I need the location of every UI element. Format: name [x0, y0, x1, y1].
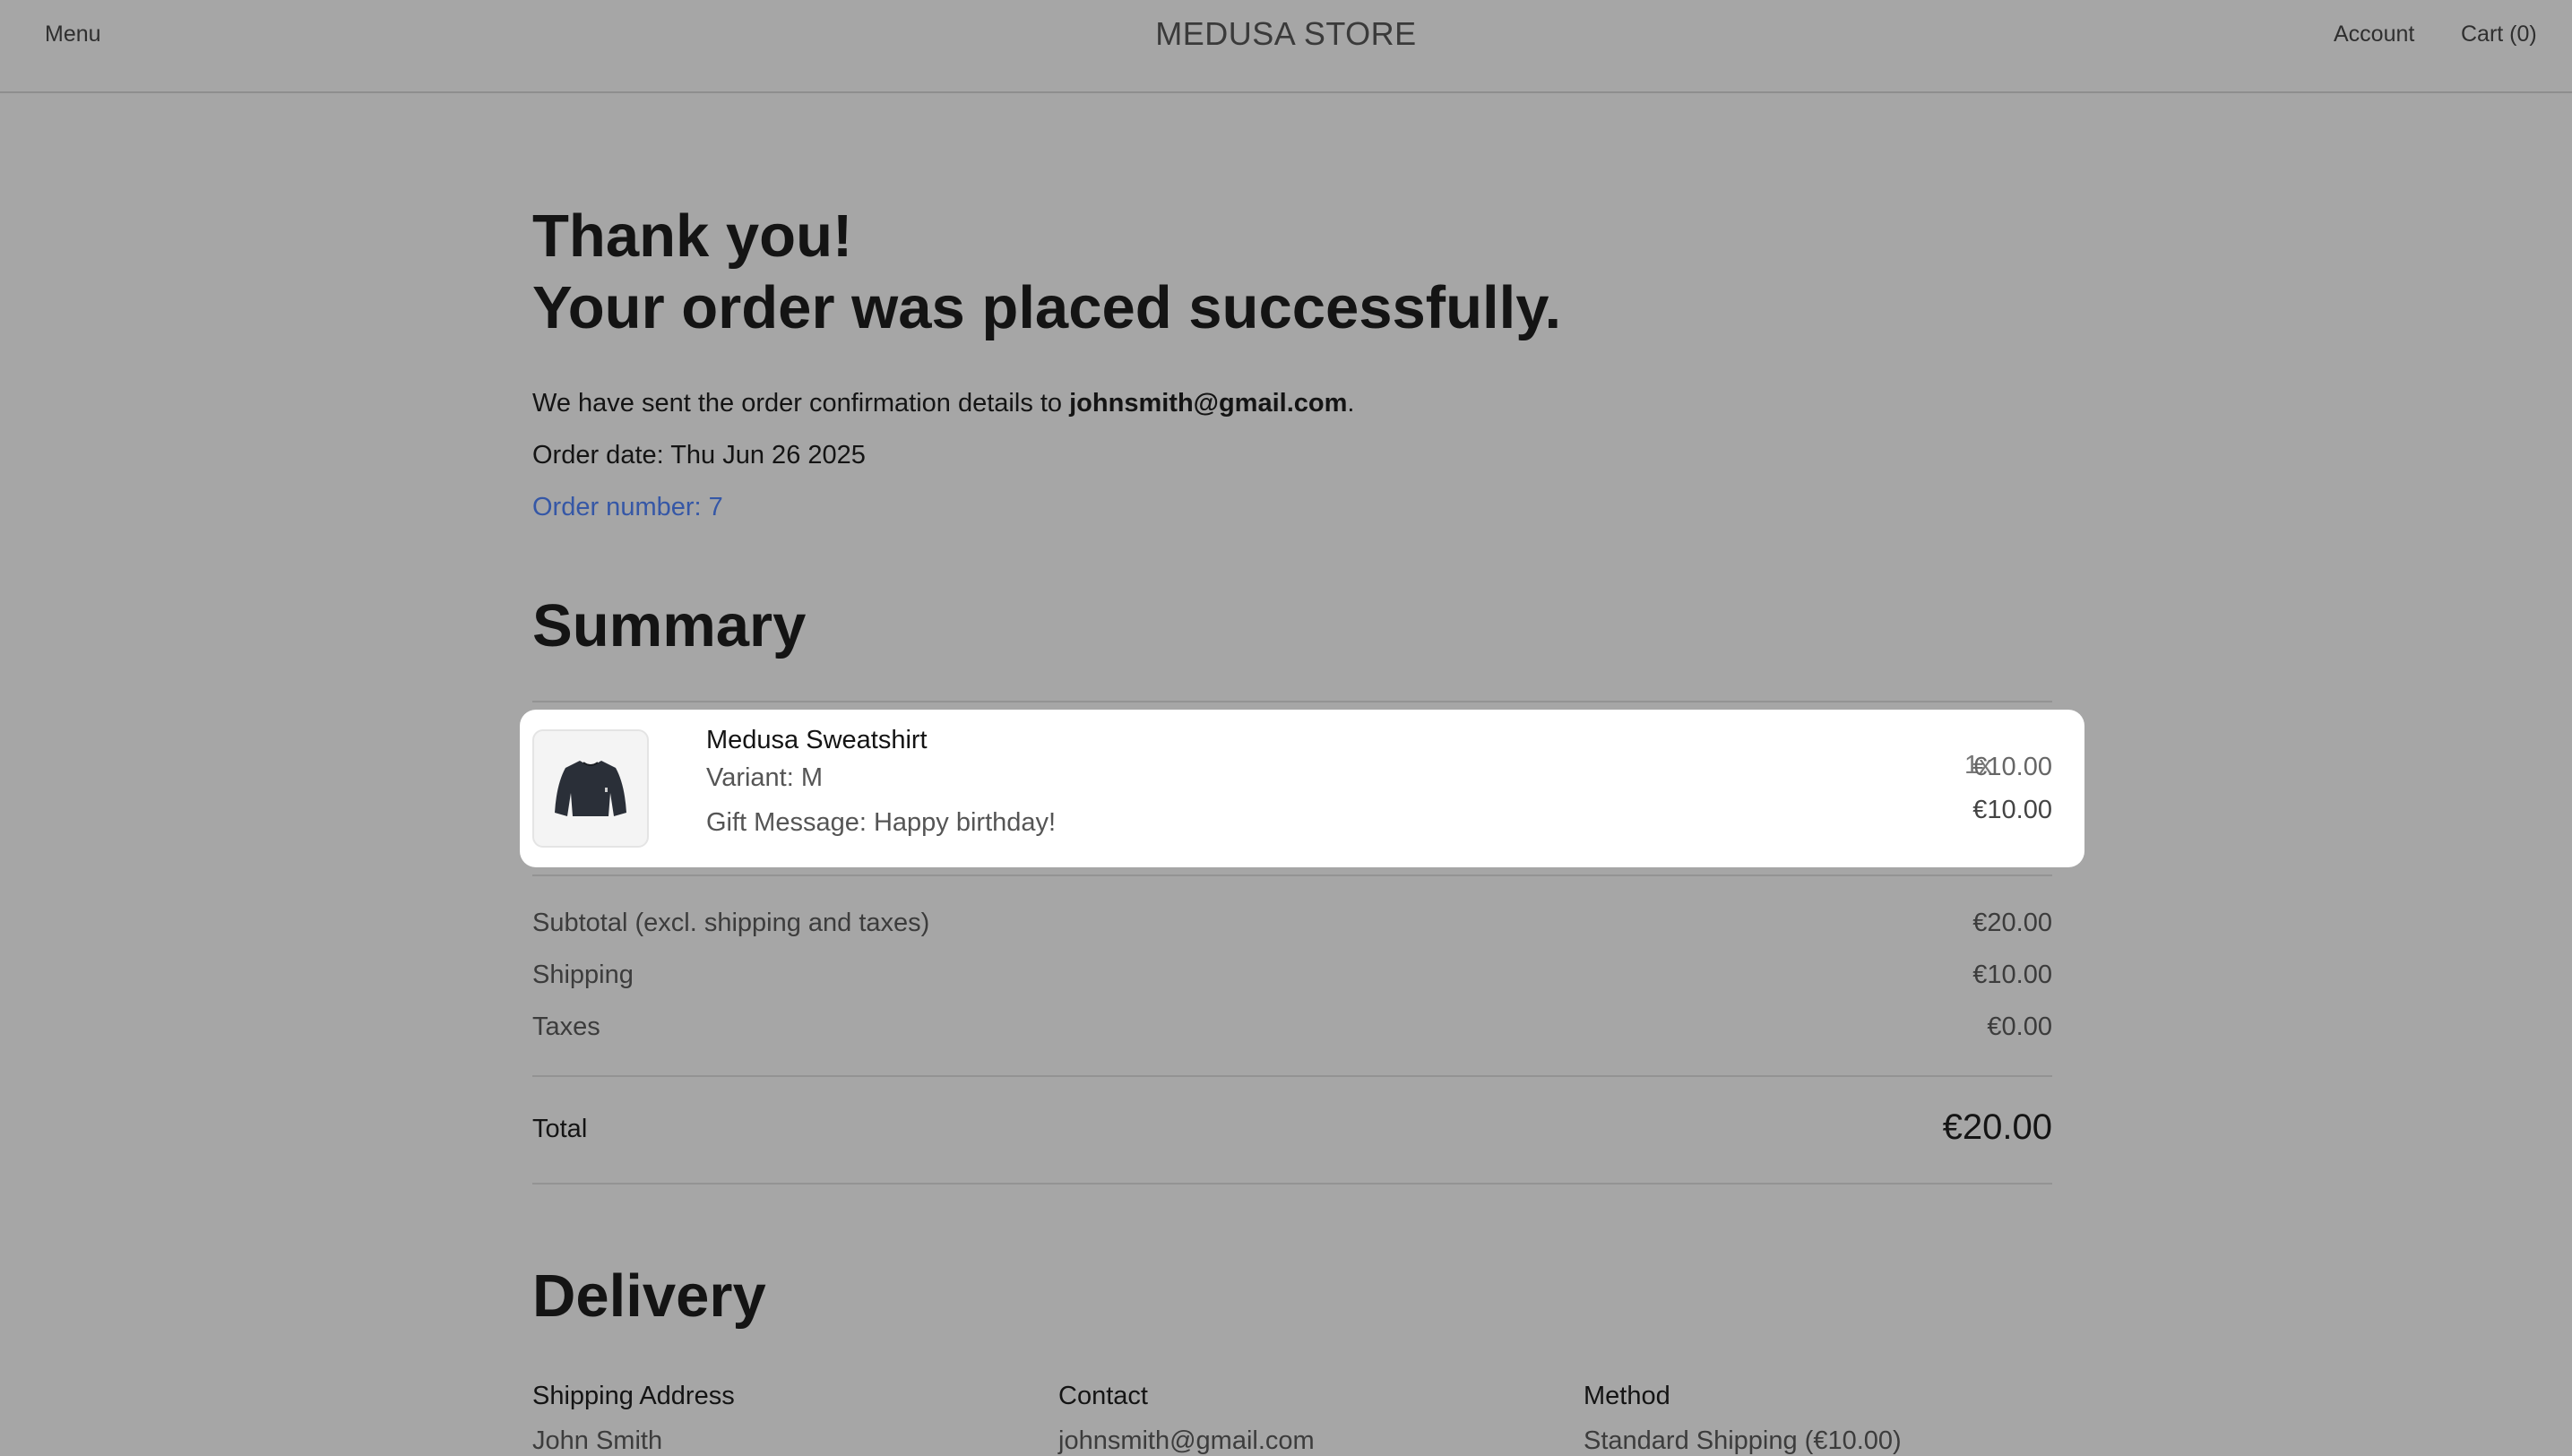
sent-suffix: .	[1347, 389, 1355, 418]
summary-divider-top	[532, 701, 2052, 702]
method-heading: Method	[1584, 1382, 1670, 1410]
shipping-address-name: John Smith	[532, 1426, 663, 1455]
subtotal-value: €20.00	[1972, 909, 2052, 937]
item-line-total: €10.00	[1972, 796, 2052, 824]
product-variant: Variant: M	[706, 763, 824, 792]
delivery-heading: Delivery	[532, 1262, 766, 1330]
thanks-line: Thank you!	[532, 202, 853, 270]
total-label: Total	[532, 1115, 588, 1143]
order-date: Order date: Thu Jun 26 2025	[532, 441, 866, 470]
summary-divider-items	[532, 874, 2052, 876]
product-name: Medusa Sweatshirt	[706, 726, 928, 754]
summary-heading: Summary	[532, 592, 807, 659]
store-logo-link[interactable]: MEDUSA STORE	[0, 15, 2572, 53]
order-line-item: Medusa Sweatshirt Variant: M Gift Messag…	[520, 710, 2084, 867]
total-divider-top	[532, 1075, 2052, 1077]
item-unit-price: €10.00	[1972, 753, 2052, 781]
subtotal-label: Subtotal (excl. shipping and taxes)	[532, 909, 930, 937]
product-thumbnail	[532, 729, 649, 848]
cart-link[interactable]: Cart (0)	[2461, 22, 2537, 47]
top-navigation-bar: Menu MEDUSA STORE Account Cart (0)	[0, 0, 2572, 93]
shipping-method: Standard Shipping (€10.00)	[1584, 1426, 1902, 1455]
total-value: €20.00	[1942, 1107, 2052, 1147]
shipping-label: Shipping	[532, 961, 634, 989]
confirmation-sent-text: We have sent the order confirmation deta…	[532, 389, 1354, 418]
sent-prefix: We have sent the order confirmation deta…	[532, 389, 1070, 418]
account-link[interactable]: Account	[2334, 22, 2414, 47]
customer-email: johnsmith@gmail.com	[1069, 389, 1348, 418]
contact-email: johnsmith@gmail.com	[1058, 1426, 1315, 1455]
success-line: Your order was placed successfully.	[532, 274, 1562, 341]
sweatshirt-icon	[555, 761, 626, 816]
shipping-value: €10.00	[1972, 961, 2052, 989]
taxes-value: €0.00	[1987, 1012, 2052, 1041]
shipping-address-heading: Shipping Address	[532, 1382, 735, 1410]
confirmation-heading: Thank you! Your order was placed success…	[532, 201, 1561, 344]
taxes-label: Taxes	[532, 1012, 600, 1041]
contact-heading: Contact	[1058, 1382, 1148, 1410]
total-divider-bottom	[532, 1183, 2052, 1185]
gift-message: Gift Message: Happy birthday!	[706, 808, 1057, 837]
order-number: Order number: 7	[532, 493, 723, 521]
